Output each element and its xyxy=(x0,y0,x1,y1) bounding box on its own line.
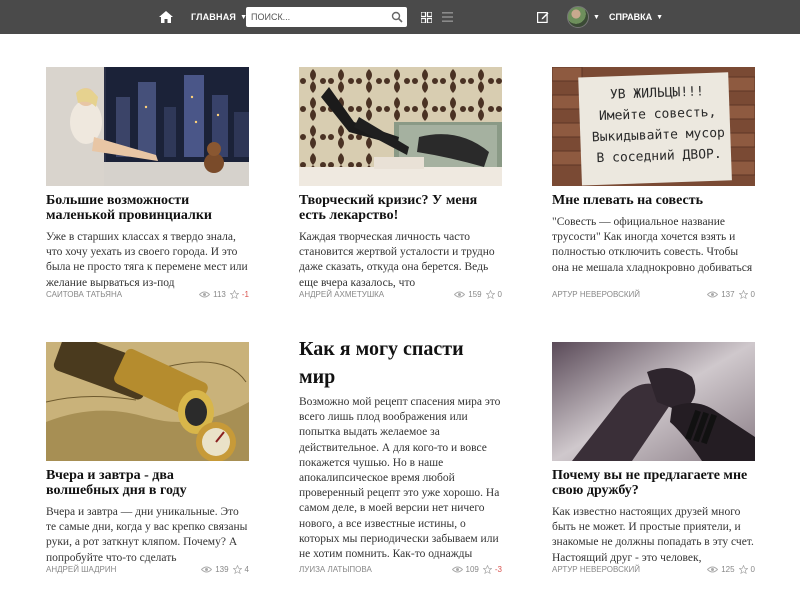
star-icon[interactable] xyxy=(229,289,239,299)
rating-value: 4 xyxy=(244,564,249,574)
views-value: 159 xyxy=(468,289,482,299)
avatar xyxy=(567,6,589,28)
rating-value: -3 xyxy=(494,564,502,574)
post-meta: ЛУИЗА ЛАТЫПОВА 109 -3 xyxy=(299,563,502,575)
views-value: 139 xyxy=(215,564,229,574)
star-icon[interactable] xyxy=(738,289,748,299)
views-count: 139 xyxy=(201,564,229,574)
user-menu[interactable]: ▼ xyxy=(567,0,600,34)
post-image xyxy=(299,67,502,186)
eye-icon xyxy=(201,566,213,572)
list-view-icon xyxy=(442,12,453,22)
edit-icon xyxy=(537,12,549,23)
post-excerpt: Уже в старших классах я твердо знала, чт… xyxy=(46,231,248,289)
post-image xyxy=(46,342,249,461)
post-card[interactable]: Большие возможности маленькой провинциал… xyxy=(46,67,249,299)
eye-icon xyxy=(707,566,719,572)
main-menu-dropdown[interactable]: ГЛАВНАЯ ▼ xyxy=(191,0,247,34)
grid-view-icon xyxy=(421,11,432,23)
post-author[interactable]: ЛУИЗА ЛАТЫПОВА xyxy=(299,565,452,574)
list-view-button[interactable] xyxy=(442,0,453,34)
post-author[interactable]: АНДРЕЙ ШАДРИН xyxy=(46,565,201,574)
grid-view-button[interactable] xyxy=(421,0,432,34)
rating: 0 xyxy=(485,289,502,299)
post-thumbnail[interactable] xyxy=(46,342,249,461)
chevron-down-icon: ▼ xyxy=(593,13,600,21)
post-thumbnail[interactable] xyxy=(552,342,755,461)
post-excerpt: Как известно настоящих друзей много быть… xyxy=(552,506,754,564)
star-icon[interactable] xyxy=(482,564,492,574)
eye-icon xyxy=(451,566,463,572)
rating-value: -1 xyxy=(241,289,249,299)
post-thumbnail[interactable] xyxy=(299,67,502,186)
top-navigation-bar: ГЛАВНАЯ ▼ ▼ СПРАВКА ▼ xyxy=(0,0,800,34)
help-menu-label: СПРАВКА xyxy=(609,12,653,22)
eye-icon xyxy=(199,291,211,297)
views-value: 109 xyxy=(465,564,479,574)
post-excerpt: Возможно мой рецепт спасения мира это вс… xyxy=(299,396,501,559)
views-count: 137 xyxy=(707,289,735,299)
post-card[interactable]: Творческий кризис? У меня есть лекарство… xyxy=(299,67,502,299)
views-count: 109 xyxy=(451,564,479,574)
rating-value: 0 xyxy=(750,289,755,299)
search-box xyxy=(246,7,407,27)
post-author[interactable]: САИТОВА ТАТЬЯНА xyxy=(46,290,199,299)
image-note-text: УВ ЖИЛЬЦЫ!!! Имейте совесть, Выкидывайте… xyxy=(591,84,726,167)
rating-value: 0 xyxy=(497,289,502,299)
views-count: 159 xyxy=(454,289,482,299)
post-meta: САИТОВА ТАТЬЯНА 113 -1 xyxy=(46,288,249,300)
post-author[interactable]: АРТУР НЕВЕРОВСКИЙ xyxy=(552,565,707,574)
post-title[interactable]: Творческий кризис? У меня есть лекарство… xyxy=(299,193,502,223)
views-value: 125 xyxy=(721,564,735,574)
post-title[interactable]: Мне плевать на совесть xyxy=(552,193,755,208)
home-button[interactable] xyxy=(157,0,175,34)
post-card[interactable]: Почему вы не предлагаете мне свою дружбу… xyxy=(552,342,755,574)
write-post-button[interactable] xyxy=(537,0,549,34)
star-icon[interactable] xyxy=(485,289,495,299)
rating: 4 xyxy=(232,564,249,574)
search-input[interactable] xyxy=(246,7,386,27)
main-menu-label: ГЛАВНАЯ xyxy=(191,12,237,22)
help-menu-dropdown[interactable]: СПРАВКА ▼ xyxy=(609,0,663,34)
views-count: 113 xyxy=(199,290,226,299)
search-icon[interactable] xyxy=(391,11,403,23)
post-excerpt: Каждая творческая личность часто станови… xyxy=(299,231,495,289)
eye-icon xyxy=(707,291,719,297)
post-title[interactable]: Почему вы не предлагаете мне свою дружбу… xyxy=(552,468,755,498)
post-meta: АНДРЕЙ АХМЕТУШКА 159 0 xyxy=(299,288,502,300)
eye-icon xyxy=(454,291,466,297)
views-value: 137 xyxy=(721,289,735,299)
post-title[interactable]: Как я могу спасти мир xyxy=(299,335,502,391)
post-image xyxy=(46,67,249,186)
post-meta: АРТУР НЕВЕРОВСКИЙ 125 0 xyxy=(552,563,755,575)
views-value: 113 xyxy=(213,289,226,299)
post-author[interactable]: АРТУР НЕВЕРОВСКИЙ xyxy=(552,290,707,299)
post-title[interactable]: Вчера и завтра - два волшебных дня в год… xyxy=(46,468,249,498)
rating: 0 xyxy=(738,564,755,574)
post-card[interactable]: УВ ЖИЛЬЦЫ!!! Имейте совесть, Выкидывайте… xyxy=(552,67,755,299)
post-meta: АНДРЕЙ ШАДРИН 139 4 xyxy=(46,563,249,575)
post-author[interactable]: АНДРЕЙ АХМЕТУШКА xyxy=(299,290,454,299)
post-thumbnail[interactable]: УВ ЖИЛЬЦЫ!!! Имейте совесть, Выкидывайте… xyxy=(552,67,755,186)
star-icon[interactable] xyxy=(232,564,242,574)
post-excerpt: "Совесть — официальное название трусости… xyxy=(552,216,753,274)
post-excerpt: Вчера и завтра — дни уникальные. Это те … xyxy=(46,506,248,564)
rating-value: 0 xyxy=(750,564,755,574)
post-thumbnail[interactable] xyxy=(46,67,249,186)
chevron-down-icon: ▼ xyxy=(656,13,664,21)
post-card[interactable]: Как я могу спасти мир Возможно мой рецеп… xyxy=(299,335,502,574)
post-meta: АРТУР НЕВЕРОВСКИЙ 137 0 xyxy=(552,288,755,300)
star-icon[interactable] xyxy=(738,564,748,574)
post-title[interactable]: Большие возможности маленькой провинциал… xyxy=(46,193,249,223)
post-card[interactable]: Вчера и завтра - два волшебных дня в год… xyxy=(46,342,249,574)
post-image xyxy=(552,342,755,461)
rating: -1 xyxy=(229,289,249,299)
rating: -3 xyxy=(482,564,502,574)
home-icon xyxy=(159,11,173,23)
rating: 0 xyxy=(738,289,755,299)
views-count: 125 xyxy=(707,564,735,574)
